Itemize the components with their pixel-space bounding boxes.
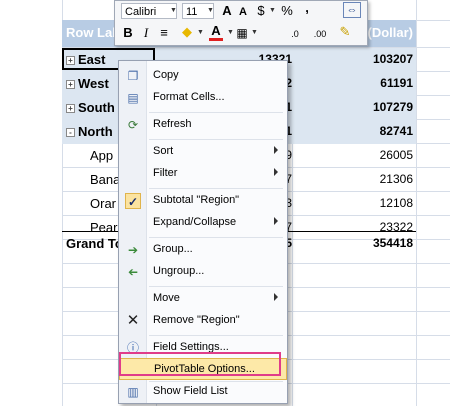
menu-item-format-cells[interactable]: ▤ Format Cells...: [119, 87, 287, 109]
menu-item-label: Expand/Collapse: [153, 216, 237, 228]
grow-font-icon[interactable]: A: [220, 2, 234, 20]
menu-item-subtotal-region[interactable]: ✓ Subtotal "Region": [119, 190, 287, 212]
highlight-annotation-box: [119, 352, 281, 376]
menu-item-label: Refresh: [153, 118, 192, 130]
menu-item-label: Ungroup...: [153, 265, 205, 277]
italic-icon[interactable]: I: [140, 24, 152, 42]
row-value: 21306: [379, 172, 413, 186]
format-painter-icon[interactable]: ✎: [337, 23, 353, 41]
font-name-dropdown[interactable]: Calibri: [121, 3, 177, 19]
chevron-down-icon[interactable]: ▼: [227, 29, 234, 36]
row-value: 107279: [372, 100, 413, 114]
field-list-icon: ▥: [127, 385, 139, 399]
submenu-arrow-icon: [274, 293, 278, 301]
menu-item-label: Copy: [153, 69, 179, 81]
row-label: North: [78, 124, 113, 139]
row-label: Bana: [90, 172, 121, 187]
menu-item-label: Show Field List: [153, 385, 228, 397]
collapse-icon[interactable]: -: [66, 128, 75, 137]
menu-item-label: Subtotal "Region": [153, 194, 240, 206]
row-label: South: [78, 100, 115, 115]
menu-item-refresh[interactable]: ⟳ Refresh: [119, 114, 287, 136]
menu-item-group[interactable]: ➔ Group...: [119, 239, 287, 261]
submenu-arrow-icon: [274, 217, 278, 225]
expand-icon[interactable]: +: [66, 80, 75, 89]
menu-item-label: Filter: [153, 167, 178, 179]
currency-icon[interactable]: $: [254, 2, 268, 20]
ungroup-arrow-icon: ➔: [127, 265, 139, 279]
menu-item-copy[interactable]: ❐ Copy: [119, 65, 287, 87]
menu-item-remove-region[interactable]: ✕ Remove "Region": [119, 310, 287, 332]
menu-item-label: Group...: [153, 243, 193, 255]
menu-item-expand-collapse[interactable]: Expand/Collapse: [119, 212, 287, 234]
comma-style-icon[interactable]: ,: [302, 0, 312, 17]
row-value: 61191: [380, 76, 413, 90]
row-label: Orar: [90, 196, 116, 211]
percent-icon[interactable]: %: [280, 2, 294, 20]
menu-item-label: Sort: [153, 145, 174, 157]
menu-item-label: Format Cells...: [153, 91, 225, 103]
submenu-arrow-icon: [274, 168, 278, 176]
align-center-icon[interactable]: ≡: [157, 24, 171, 42]
menu-item-show-field-list[interactable]: ▥ Show Field List: [119, 381, 287, 403]
menu-item-label: Remove "Region": [153, 314, 240, 326]
row-value: 103207: [372, 52, 413, 66]
mini-toolbar: Calibri ▼ 11 ▼ A A $ ▼ % , ⇔ B I ≡ ◆ ▼ A…: [114, 0, 368, 46]
expand-icon[interactable]: +: [66, 104, 75, 113]
merge-center-icon[interactable]: ⇔: [343, 2, 361, 18]
row-label: App: [90, 148, 114, 163]
font-color-icon[interactable]: A: [209, 23, 223, 41]
fill-color-icon[interactable]: ◆: [179, 23, 195, 41]
format-cells-icon: ▤: [127, 91, 139, 105]
menu-item-filter[interactable]: Filter: [119, 163, 287, 185]
copy-icon: ❐: [127, 69, 139, 83]
menu-item-label: Move: [153, 292, 180, 304]
row-value: 12108: [379, 196, 413, 210]
shrink-font-icon[interactable]: A: [237, 3, 249, 21]
checkmark-icon: ✓: [125, 193, 141, 209]
sum-dollar-header[interactable]: e(Dollar): [360, 25, 413, 40]
chevron-down-icon[interactable]: ▼: [170, 7, 177, 14]
borders-icon[interactable]: ▦: [235, 24, 249, 42]
submenu-arrow-icon: [274, 146, 278, 154]
row-value: 26005: [379, 148, 413, 162]
increase-decimal-icon[interactable]: .0: [285, 25, 305, 43]
grand-total-value: 354418: [372, 236, 413, 250]
chevron-down-icon[interactable]: ▼: [197, 29, 204, 36]
menu-item-ungroup[interactable]: ➔ Ungroup...: [119, 261, 287, 283]
remove-x-icon: ✕: [126, 312, 140, 329]
refresh-icon: ⟳: [127, 118, 139, 132]
decrease-decimal-icon[interactable]: .00: [309, 25, 331, 43]
grand-total-label: Grand To: [66, 236, 123, 251]
bold-icon[interactable]: B: [121, 24, 135, 42]
row-value: 82741: [379, 124, 413, 138]
chevron-down-icon[interactable]: ▼: [269, 7, 276, 14]
chevron-down-icon[interactable]: ▼: [207, 7, 214, 14]
menu-item-sort[interactable]: Sort: [119, 141, 287, 163]
menu-item-move[interactable]: Move: [119, 288, 287, 310]
row-label: West: [78, 76, 109, 91]
chevron-down-icon[interactable]: ▼: [251, 29, 258, 36]
group-arrow-icon: ➔: [127, 243, 139, 257]
